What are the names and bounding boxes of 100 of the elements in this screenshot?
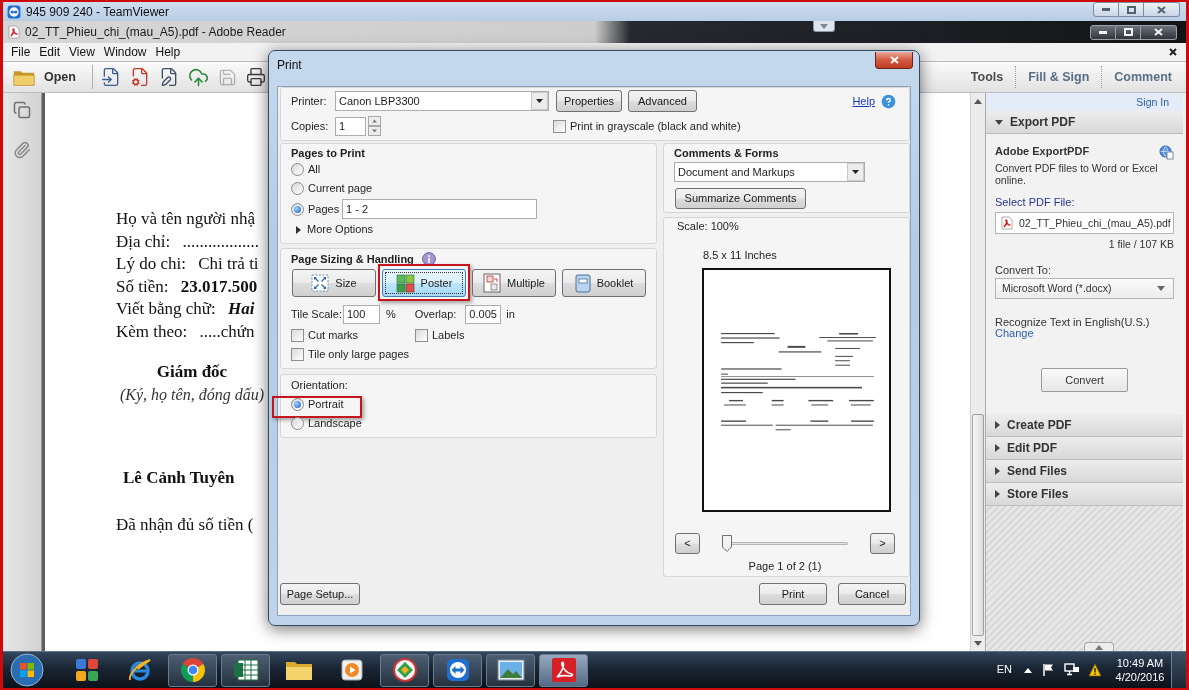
field-label: Overlap:: [414, 308, 457, 321]
section-header[interactable]: Store Files: [986, 483, 1183, 506]
clock-date[interactable]: 4/20/2016: [1115, 670, 1165, 684]
taskbar-button[interactable]: [168, 653, 217, 687]
radio-button[interactable]: [291, 163, 304, 176]
checkbox-label[interactable]: Tile only large pages: [308, 348, 410, 361]
radio-button[interactable]: [291, 202, 304, 216]
unit-label: %: [386, 308, 396, 321]
radio-button[interactable]: [291, 417, 304, 430]
mode-button[interactable]: Poster: [382, 269, 466, 297]
pane-tab[interactable]: Tools: [958, 69, 1016, 85]
menu-item[interactable]: File: [11, 45, 31, 59]
mode-button[interactable]: Multiple: [472, 269, 556, 297]
mode-button[interactable]: Size: [292, 269, 376, 297]
print-button[interactable]: Print: [759, 583, 827, 605]
convert-button[interactable]: Convert: [1041, 368, 1128, 392]
radio-label[interactable]: Portrait: [308, 398, 344, 411]
maximize-button[interactable]: [1116, 24, 1141, 40]
menu-item[interactable]: Help: [155, 45, 181, 59]
next-page-button[interactable]: >: [870, 533, 895, 554]
copies-field[interactable]: 1: [335, 116, 366, 136]
start-orb-icon[interactable]: [10, 653, 44, 687]
checkbox[interactable]: [291, 329, 304, 342]
menu-item[interactable]: Window: [103, 45, 147, 59]
caret-down-icon: [820, 23, 828, 29]
printer-select[interactable]: Canon LBP3300: [335, 91, 549, 111]
document-line: Số tiền: 23.017.500: [116, 275, 258, 298]
checkbox-label[interactable]: Cut marks: [308, 329, 359, 342]
open-button[interactable]: Open: [11, 64, 78, 90]
taskbar-button[interactable]: [380, 653, 429, 687]
show-desktop-button[interactable]: [1171, 652, 1186, 688]
checkbox[interactable]: [415, 329, 428, 342]
warning-icon[interactable]: [1088, 663, 1102, 677]
service-title: Adobe ExportPDF: [995, 145, 1090, 158]
overlap-field[interactable]: 0.005: [465, 305, 502, 324]
mode-button[interactable]: Booklet: [562, 269, 646, 297]
format-select[interactable]: Microsoft Word (*.docx): [995, 278, 1174, 299]
checkbox[interactable]: [291, 348, 304, 361]
pdf-file-icon: [1000, 216, 1014, 230]
taskbar-button[interactable]: [221, 653, 270, 687]
paperclip-icon[interactable]: [13, 141, 31, 159]
close-icon[interactable]: [1169, 48, 1177, 56]
taskbar-button[interactable]: [539, 653, 588, 687]
radio-label[interactable]: All: [308, 163, 321, 176]
checkbox-label[interactable]: Labels: [432, 329, 465, 342]
pane-tab[interactable]: Fill & Sign: [1016, 69, 1102, 85]
comments-select[interactable]: Document and Markups: [674, 162, 865, 182]
section-header[interactable]: Create PDF: [986, 414, 1183, 437]
cancel-button[interactable]: Cancel: [838, 583, 906, 605]
document-line: Họ và tên người nhậ: [116, 208, 256, 230]
taskbar-button[interactable]: [486, 653, 535, 687]
minimize-button[interactable]: [1090, 24, 1116, 40]
taskbar-button[interactable]: [433, 653, 482, 687]
language-indicator[interactable]: EN: [996, 663, 1012, 677]
spreadsheet-icon: [232, 658, 259, 682]
file-field[interactable]: 02_TT_Phieu_chi_(mau_A5).pdf: [995, 212, 1174, 234]
pages-icon[interactable]: [13, 101, 31, 119]
menu-item[interactable]: View: [69, 45, 95, 59]
close-button[interactable]: [875, 52, 913, 69]
network-icon[interactable]: [1064, 663, 1080, 677]
advanced-button[interactable]: Advanced: [628, 90, 697, 112]
radio-button[interactable]: [291, 398, 304, 411]
scroll-up-icon: [974, 98, 982, 104]
signature-hint: (Ký, họ tên, đóng dấu): [120, 384, 264, 406]
radio-button[interactable]: [291, 182, 304, 195]
dropdown-tab[interactable]: [813, 21, 835, 32]
info-icon[interactable]: [421, 252, 436, 266]
checkbox[interactable]: [553, 119, 566, 133]
scroll-thumb[interactable]: [972, 414, 984, 636]
tile-scale-field[interactable]: 100: [343, 305, 380, 324]
section-header[interactable]: Export PDF: [986, 111, 1183, 134]
close-icon: [1154, 28, 1163, 36]
pane-tab[interactable]: Comment: [1102, 69, 1184, 85]
page-range-field[interactable]: 1 - 2: [342, 199, 537, 219]
radio-label[interactable]: Pages: [308, 202, 340, 216]
clock-time[interactable]: 10:49 AM: [1116, 656, 1164, 670]
caret-right-icon: [995, 490, 1000, 498]
close-button[interactable]: [1141, 24, 1177, 40]
service-description: Convert PDF files to Word or Excel online.: [995, 162, 1159, 186]
change-link[interactable]: Change: [995, 328, 1034, 339]
checkbox-label[interactable]: Print in grayscale (black and white): [570, 119, 741, 133]
slider-thumb[interactable]: [722, 535, 732, 552]
document-line: Địa chỉ: ..................: [116, 230, 260, 253]
summarize-button[interactable]: Summarize Comments: [675, 188, 806, 209]
previous-page-button[interactable]: <: [675, 533, 700, 554]
menu-item[interactable]: Edit: [39, 45, 61, 59]
radio-label[interactable]: Current page: [308, 182, 373, 195]
page-slider[interactable]: [722, 535, 848, 552]
caret-right-icon: [995, 421, 1000, 429]
section-header[interactable]: Edit PDF: [986, 437, 1183, 460]
help-link[interactable]: Help: [852, 94, 875, 108]
radio-label[interactable]: Landscape: [308, 417, 362, 430]
section-header[interactable]: Send Files: [986, 460, 1183, 483]
number-stepper[interactable]: [368, 116, 381, 136]
more-options-toggle[interactable]: More Options: [291, 220, 374, 239]
page-setup-button[interactable]: Page Setup...: [280, 583, 360, 605]
sign-in-link[interactable]: Sign In: [1136, 95, 1169, 109]
flag-icon[interactable]: [1042, 663, 1055, 677]
help-icon[interactable]: [881, 93, 896, 109]
properties-button[interactable]: Properties: [556, 90, 622, 112]
